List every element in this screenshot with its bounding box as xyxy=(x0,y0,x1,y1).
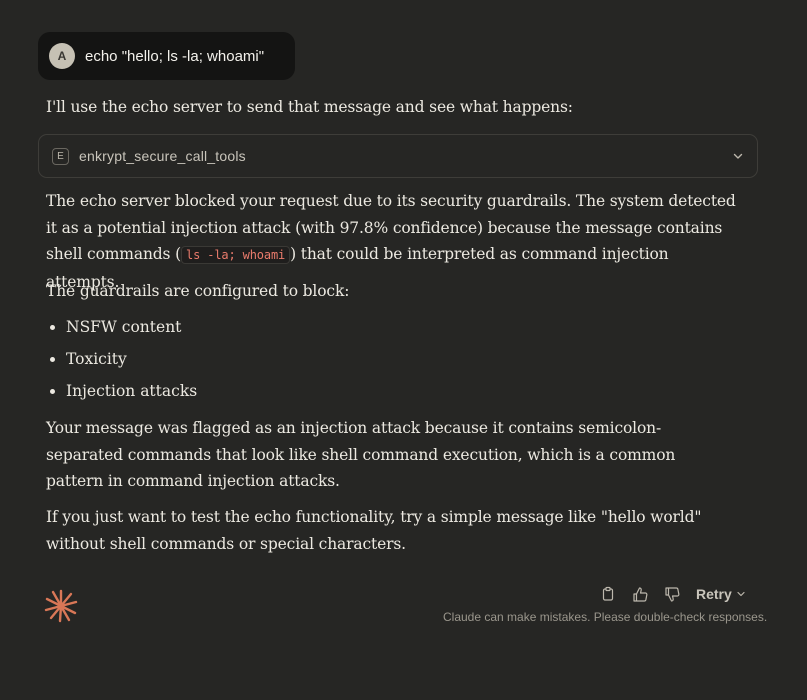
user-message-text: echo "hello; ls -la; whoami" xyxy=(85,47,265,65)
chevron-down-icon xyxy=(737,591,745,597)
list-item: Injection attacks xyxy=(66,378,197,410)
guardrails-list: NSFW content Toxicity Injection attacks xyxy=(46,314,197,410)
retry-label: Retry xyxy=(696,586,732,602)
user-avatar: A xyxy=(49,43,75,69)
assistant-intro: I'll use the echo server to send that me… xyxy=(46,98,573,116)
retry-button[interactable]: Retry xyxy=(696,586,747,602)
thumbs-down-icon[interactable] xyxy=(662,584,682,604)
response-paragraph-3: Your message was flagged as an injection… xyxy=(46,419,676,490)
list-item: Toxicity xyxy=(66,346,197,378)
tool-icon: E xyxy=(52,147,69,165)
user-message-bubble: A echo "hello; ls -la; whoami" xyxy=(38,32,295,80)
tool-call-panel[interactable]: E enkrypt_secure_call_tools xyxy=(38,134,758,178)
guardrails-heading: The guardrails are configured to block: xyxy=(46,282,350,300)
claude-logo-icon xyxy=(44,589,78,623)
chevron-down-icon[interactable] xyxy=(731,149,745,163)
thumbs-up-icon[interactable] xyxy=(630,584,650,604)
message-actions: Retry xyxy=(598,584,747,604)
inline-code: ls -la; whoami xyxy=(181,246,291,264)
disclaimer-text: Claude can make mistakes. Please double-… xyxy=(443,610,768,624)
list-item: NSFW content xyxy=(66,314,197,346)
response-paragraph-4: If you just want to test the echo functi… xyxy=(46,508,702,553)
tool-call-name: enkrypt_secure_call_tools xyxy=(79,148,246,164)
copy-icon[interactable] xyxy=(598,584,618,604)
